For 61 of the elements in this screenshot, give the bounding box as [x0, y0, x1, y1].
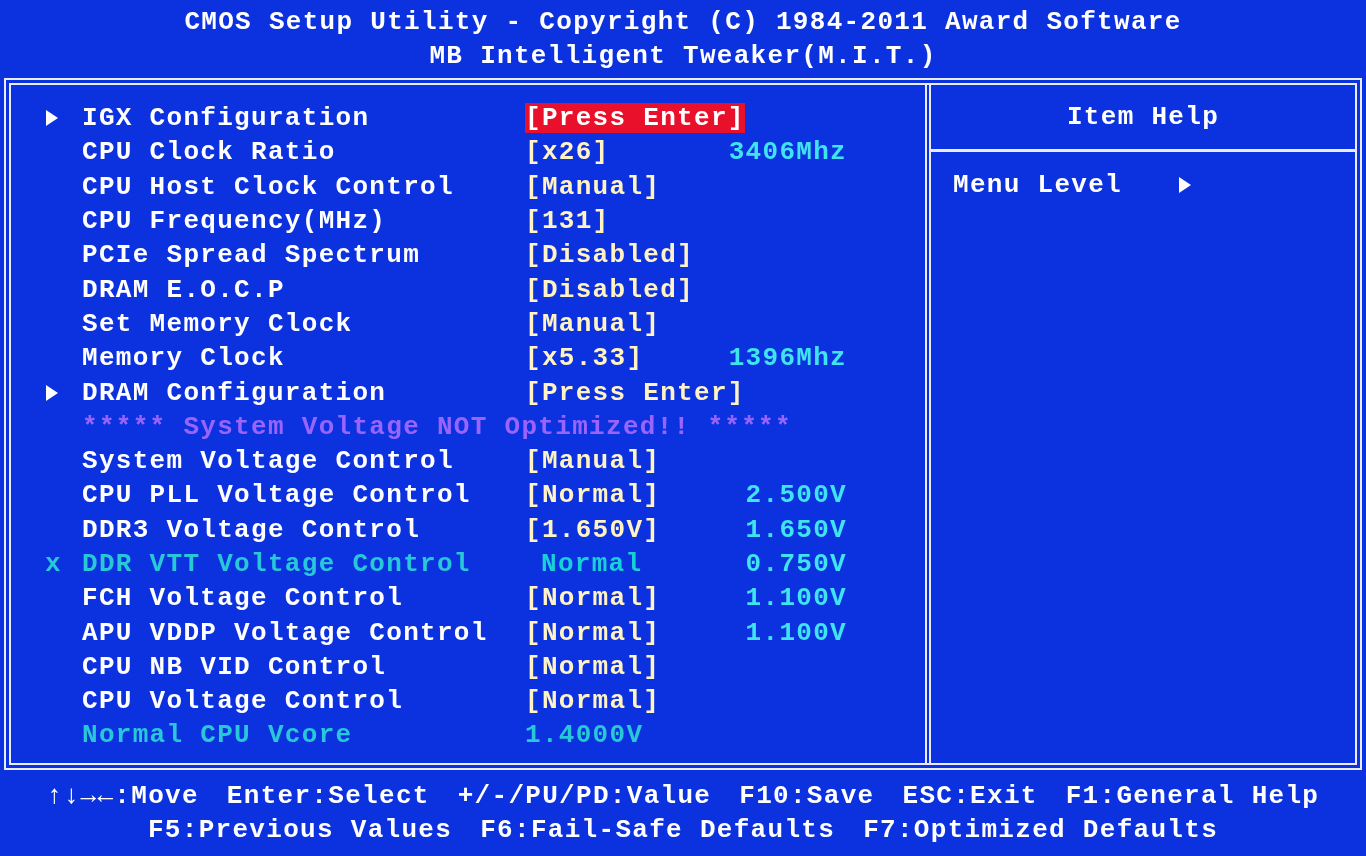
setting-label: Memory Clock [82, 343, 286, 374]
setting-value[interactable]: [Manual] [525, 308, 661, 339]
setting-label: Set Memory Clock [82, 308, 354, 339]
setting-value[interactable]: [Manual] [525, 446, 661, 477]
hotkey-hint: +/-/PU/PD:Value [457, 781, 712, 811]
warning-text: ***** System Voltage NOT Optimized!! ***** [82, 411, 793, 442]
submenu-arrow-icon [45, 109, 59, 128]
hotkey-hint: F10:Save [739, 781, 875, 811]
hotkey-hint: F7:Optimized Defaults [863, 815, 1219, 845]
setting-label: APU VDDP Voltage Control [82, 617, 489, 648]
setting-value[interactable]: [1.650V] [525, 514, 661, 545]
setting-label: CPU Voltage Control [82, 686, 405, 717]
utility-title: CMOS Setup Utility - Copyright (C) 1984-2011 Award Software [184, 6, 1182, 38]
setting-label: DRAM E.O.C.P [82, 274, 286, 305]
setting-value: Normal [540, 549, 643, 579]
locked-marker: x [45, 549, 63, 579]
setting-value[interactable]: [Press Enter] [525, 377, 745, 408]
setting-value[interactable]: [Normal] [525, 583, 661, 614]
menu-level-label: Menu Level [953, 170, 1123, 200]
setting-reading: 1396Mhz [728, 343, 847, 374]
setting-label: CPU Clock Ratio [82, 137, 337, 168]
setting-value[interactable]: [Manual] [525, 171, 661, 202]
setting-label: CPU Host Clock Control [82, 171, 455, 202]
setting-value[interactable]: [x5.33] [525, 343, 644, 374]
setting-reading: 1.100V [745, 583, 847, 614]
menu-level-arrow-icon [1178, 176, 1193, 194]
page-title: MB Intelligent Tweaker(M.I.T.) [429, 40, 937, 72]
hotkey-hint: ↑↓→←:Move [46, 781, 199, 811]
setting-label: CPU Frequency(MHz) [82, 206, 388, 237]
setting-value[interactable]: [Normal] [525, 651, 661, 682]
hotkey-hint: ESC:Exit [902, 781, 1038, 811]
setting-label: DRAM Configuration [82, 377, 388, 408]
setting-label: CPU NB VID Control [82, 651, 388, 682]
setting-value[interactable]: [Disabled] [525, 240, 695, 271]
hotkey-hint: F1:General Help [1065, 781, 1320, 811]
hotkey-hint: Enter:Select [226, 781, 430, 811]
setting-reading: 1.100V [745, 617, 847, 648]
help-title: Item Help [1066, 102, 1220, 132]
setting-label: IGX Configuration [82, 103, 371, 134]
hotkey-hint: F6:Fail-Safe Defaults [480, 815, 836, 845]
setting-label: DDR VTT Voltage Control [82, 549, 472, 579]
setting-value: 1.4000V [525, 720, 644, 751]
setting-reading: 3406Mhz [728, 137, 847, 168]
setting-label: DDR3 Voltage Control [82, 514, 422, 545]
setting-value[interactable]: [Normal] [525, 617, 661, 648]
setting-value[interactable]: [131] [525, 206, 610, 237]
setting-reading: 1.650V [745, 514, 847, 545]
hotkey-hint: F5:Previous Values [147, 815, 453, 845]
setting-label: CPU PLL Voltage Control [82, 480, 472, 511]
setting-label: System Voltage Control [82, 446, 455, 477]
setting-value[interactable]: [x26] [525, 137, 610, 168]
setting-value[interactable]: [Disabled] [525, 274, 695, 305]
setting-value[interactable]: [Press Enter] [525, 103, 745, 134]
setting-label: PCIe Spread Spectrum [82, 240, 422, 271]
setting-value[interactable]: [Normal] [525, 686, 661, 717]
setting-reading: 2.500V [745, 480, 847, 511]
setting-reading: 0.750V [745, 549, 847, 579]
setting-label: Normal CPU Vcore [82, 720, 354, 751]
setting-value[interactable]: [Normal] [525, 480, 661, 511]
setting-label: FCH Voltage Control [82, 583, 405, 614]
submenu-arrow-icon [45, 383, 59, 402]
